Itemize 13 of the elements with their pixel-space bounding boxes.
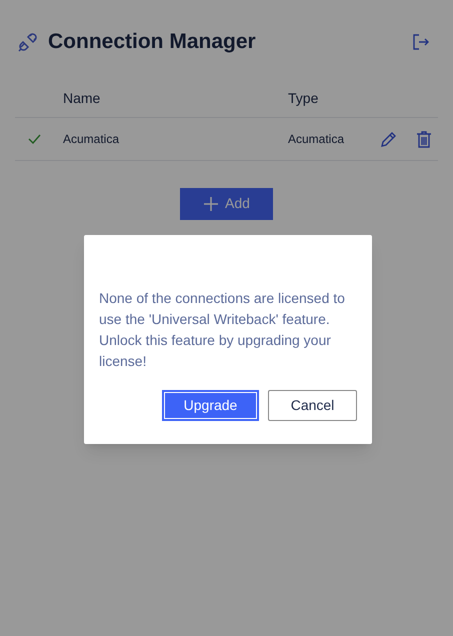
column-header: Name	[63, 88, 102, 108]
add-button[interactable]: Add	[180, 188, 273, 220]
table-cell-text: Acumatica	[63, 130, 120, 148]
cancel-button[interactable]: Cancel	[268, 390, 357, 421]
logout-button[interactable]	[412, 32, 430, 51]
delete-button[interactable]	[416, 130, 432, 148]
upgrade-button[interactable]: Upgrade	[162, 390, 259, 421]
table-cell-text: Acumatica	[288, 130, 346, 148]
column-header: Type	[288, 88, 318, 108]
plus-icon	[203, 196, 220, 212]
page-title: Connection Manager	[48, 29, 256, 55]
dialog-message: None of the connections are licensed to use the 'Universal Writeback' feature. Unlock this feature by upgrading your license!	[99, 289, 346, 371]
edit-button[interactable]	[380, 130, 398, 148]
